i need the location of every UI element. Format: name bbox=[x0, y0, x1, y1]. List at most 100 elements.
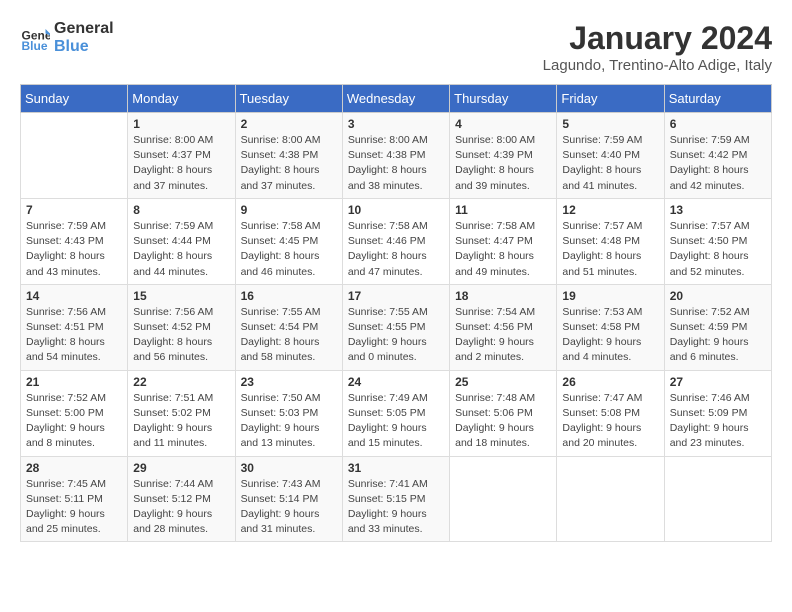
day-number: 7 bbox=[26, 203, 122, 217]
day-info: Sunrise: 7:59 AM Sunset: 4:40 PM Dayligh… bbox=[562, 133, 658, 194]
calendar-cell: 14Sunrise: 7:56 AM Sunset: 4:51 PM Dayli… bbox=[21, 284, 128, 370]
calendar-cell: 30 Sunrise: 7:43 AM Sunset: 5:14 PM Dayli… bbox=[235, 456, 342, 542]
day-header-sunday: Sunday bbox=[21, 85, 128, 113]
day-number: 3 bbox=[348, 117, 444, 131]
day-number: 21 bbox=[26, 375, 122, 389]
calendar-cell: 13Sunrise: 7:57 AM Sunset: 4:50 PM Dayli… bbox=[664, 198, 771, 284]
location-subtitle: Lagundo, Trentino-Alto Adige, Italy bbox=[543, 57, 772, 74]
day-number: 1 bbox=[133, 117, 229, 131]
calendar-cell: 22Sunrise: 7:51 AM Sunset: 5:02 PM Dayli… bbox=[128, 370, 235, 456]
calendar-cell: 25 Sunrise: 7:48 AM Sunset: 5:06 PM Dayli… bbox=[450, 370, 557, 456]
day-info: Sunrise: 7:57 AM Sunset: 4:48 PM Dayligh… bbox=[562, 219, 658, 280]
day-number: 8 bbox=[133, 203, 229, 217]
day-number: 5 bbox=[562, 117, 658, 131]
calendar-cell: 3 Sunrise: 8:00 AM Sunset: 4:38 PM Daylig… bbox=[342, 113, 449, 199]
day-header-monday: Monday bbox=[128, 85, 235, 113]
day-info: Sunrise: 7:54 AM Sunset: 4:56 PM Dayligh… bbox=[455, 305, 551, 366]
calendar-cell: 26 Sunrise: 7:47 AM Sunset: 5:08 PM Dayli… bbox=[557, 370, 664, 456]
day-header-tuesday: Tuesday bbox=[235, 85, 342, 113]
calendar-cell bbox=[664, 456, 771, 542]
week-row-4: 21Sunrise: 7:52 AM Sunset: 5:00 PM Dayli… bbox=[21, 370, 772, 456]
calendar-cell bbox=[450, 456, 557, 542]
day-number: 11 bbox=[455, 203, 551, 217]
logo-line1: General bbox=[54, 20, 114, 38]
day-number: 28 bbox=[26, 461, 122, 475]
day-number: 13 bbox=[670, 203, 766, 217]
day-number: 15 bbox=[133, 289, 229, 303]
day-number: 27 bbox=[670, 375, 766, 389]
day-info: Sunrise: 7:44 AM Sunset: 5:12 PM Dayligh… bbox=[133, 477, 229, 538]
day-info: Sunrise: 7:53 AM Sunset: 4:58 PM Dayligh… bbox=[562, 305, 658, 366]
day-header-thursday: Thursday bbox=[450, 85, 557, 113]
day-info: Sunrise: 7:49 AM Sunset: 5:05 PM Dayligh… bbox=[348, 391, 444, 452]
day-number: 26 bbox=[562, 375, 658, 389]
calendar-cell: 10 Sunrise: 7:58 AM Sunset: 4:46 PM Dayli… bbox=[342, 198, 449, 284]
calendar-cell: 16 Sunrise: 7:55 AM Sunset: 4:54 PM Dayli… bbox=[235, 284, 342, 370]
day-info: Sunrise: 8:00 AM Sunset: 4:38 PM Dayligh… bbox=[241, 133, 337, 194]
calendar-cell: 29Sunrise: 7:44 AM Sunset: 5:12 PM Dayli… bbox=[128, 456, 235, 542]
day-info: Sunrise: 7:55 AM Sunset: 4:55 PM Dayligh… bbox=[348, 305, 444, 366]
day-info: Sunrise: 7:52 AM Sunset: 4:59 PM Dayligh… bbox=[670, 305, 766, 366]
day-number: 6 bbox=[670, 117, 766, 131]
day-number: 19 bbox=[562, 289, 658, 303]
day-info: Sunrise: 7:46 AM Sunset: 5:09 PM Dayligh… bbox=[670, 391, 766, 452]
calendar-cell: 27 Sunrise: 7:46 AM Sunset: 5:09 PM Dayli… bbox=[664, 370, 771, 456]
day-number: 17 bbox=[348, 289, 444, 303]
day-header-wednesday: Wednesday bbox=[342, 85, 449, 113]
day-info: Sunrise: 8:00 AM Sunset: 4:38 PM Dayligh… bbox=[348, 133, 444, 194]
day-info: Sunrise: 7:47 AM Sunset: 5:08 PM Dayligh… bbox=[562, 391, 658, 452]
page-header: General Blue General Blue January 2024 L… bbox=[20, 20, 772, 74]
day-number: 2 bbox=[241, 117, 337, 131]
calendar-cell: 21Sunrise: 7:52 AM Sunset: 5:00 PM Dayli… bbox=[21, 370, 128, 456]
calendar-cell: 17 Sunrise: 7:55 AM Sunset: 4:55 PM Dayli… bbox=[342, 284, 449, 370]
day-info: Sunrise: 8:00 AM Sunset: 4:37 PM Dayligh… bbox=[133, 133, 229, 194]
calendar-table: SundayMondayTuesdayWednesdayThursdayFrid… bbox=[20, 84, 772, 542]
calendar-cell: 8 Sunrise: 7:59 AM Sunset: 4:44 PM Daylig… bbox=[128, 198, 235, 284]
logo-icon: General Blue bbox=[20, 23, 50, 53]
day-info: Sunrise: 7:59 AM Sunset: 4:43 PM Dayligh… bbox=[26, 219, 122, 280]
calendar-cell: 11 Sunrise: 7:58 AM Sunset: 4:47 PM Dayli… bbox=[450, 198, 557, 284]
day-info: Sunrise: 8:00 AM Sunset: 4:39 PM Dayligh… bbox=[455, 133, 551, 194]
calendar-cell: 12 Sunrise: 7:57 AM Sunset: 4:48 PM Dayli… bbox=[557, 198, 664, 284]
calendar-cell: 4 Sunrise: 8:00 AM Sunset: 4:39 PM Daylig… bbox=[450, 113, 557, 199]
calendar-cell bbox=[557, 456, 664, 542]
day-info: Sunrise: 7:45 AM Sunset: 5:11 PM Dayligh… bbox=[26, 477, 122, 538]
calendar-cell: 24 Sunrise: 7:49 AM Sunset: 5:05 PM Dayli… bbox=[342, 370, 449, 456]
day-number: 30 bbox=[241, 461, 337, 475]
day-header-saturday: Saturday bbox=[664, 85, 771, 113]
day-info: Sunrise: 7:59 AM Sunset: 4:44 PM Dayligh… bbox=[133, 219, 229, 280]
calendar-cell: 9Sunrise: 7:58 AM Sunset: 4:45 PM Daylig… bbox=[235, 198, 342, 284]
day-info: Sunrise: 7:51 AM Sunset: 5:02 PM Dayligh… bbox=[133, 391, 229, 452]
day-info: Sunrise: 7:41 AM Sunset: 5:15 PM Dayligh… bbox=[348, 477, 444, 538]
month-title: January 2024 bbox=[543, 20, 772, 57]
day-number: 4 bbox=[455, 117, 551, 131]
day-info: Sunrise: 7:58 AM Sunset: 4:47 PM Dayligh… bbox=[455, 219, 551, 280]
calendar-cell: 28 Sunrise: 7:45 AM Sunset: 5:11 PM Dayli… bbox=[21, 456, 128, 542]
calendar-cell: 2 Sunrise: 8:00 AM Sunset: 4:38 PM Daylig… bbox=[235, 113, 342, 199]
day-info: Sunrise: 7:58 AM Sunset: 4:46 PM Dayligh… bbox=[348, 219, 444, 280]
calendar-cell: 6Sunrise: 7:59 AM Sunset: 4:42 PM Daylig… bbox=[664, 113, 771, 199]
day-header-friday: Friday bbox=[557, 85, 664, 113]
day-info: Sunrise: 7:43 AM Sunset: 5:14 PM Dayligh… bbox=[241, 477, 337, 538]
calendar-cell: 15 Sunrise: 7:56 AM Sunset: 4:52 PM Dayli… bbox=[128, 284, 235, 370]
calendar-cell bbox=[21, 113, 128, 199]
day-number: 23 bbox=[241, 375, 337, 389]
day-number: 12 bbox=[562, 203, 658, 217]
day-number: 25 bbox=[455, 375, 551, 389]
day-info: Sunrise: 7:58 AM Sunset: 4:45 PM Dayligh… bbox=[241, 219, 337, 280]
day-info: Sunrise: 7:56 AM Sunset: 4:52 PM Dayligh… bbox=[133, 305, 229, 366]
calendar-cell: 7 Sunrise: 7:59 AM Sunset: 4:43 PM Daylig… bbox=[21, 198, 128, 284]
calendar-cell: 31Sunrise: 7:41 AM Sunset: 5:15 PM Dayli… bbox=[342, 456, 449, 542]
svg-text:Blue: Blue bbox=[22, 39, 48, 53]
day-number: 24 bbox=[348, 375, 444, 389]
day-number: 10 bbox=[348, 203, 444, 217]
day-number: 16 bbox=[241, 289, 337, 303]
calendar-cell: 1 Sunrise: 8:00 AM Sunset: 4:37 PM Daylig… bbox=[128, 113, 235, 199]
day-info: Sunrise: 7:48 AM Sunset: 5:06 PM Dayligh… bbox=[455, 391, 551, 452]
day-info: Sunrise: 7:50 AM Sunset: 5:03 PM Dayligh… bbox=[241, 391, 337, 452]
logo: General Blue General Blue bbox=[20, 20, 114, 55]
week-row-5: 28 Sunrise: 7:45 AM Sunset: 5:11 PM Dayli… bbox=[21, 456, 772, 542]
week-row-2: 7 Sunrise: 7:59 AM Sunset: 4:43 PM Daylig… bbox=[21, 198, 772, 284]
day-info: Sunrise: 7:55 AM Sunset: 4:54 PM Dayligh… bbox=[241, 305, 337, 366]
calendar-cell: 18Sunrise: 7:54 AM Sunset: 4:56 PM Dayli… bbox=[450, 284, 557, 370]
